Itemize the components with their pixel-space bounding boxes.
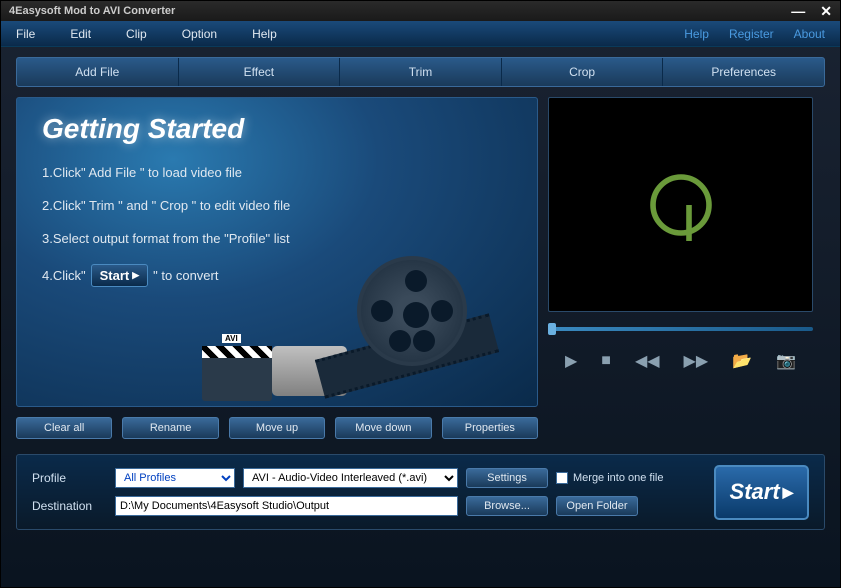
minimize-button[interactable]: — [791,3,805,20]
clapboard-icon: AVI [202,346,272,401]
menu-file[interactable]: File [16,27,35,41]
move-up-button[interactable]: Move up [229,417,325,439]
menubar: File Edit Clip Option Help Help Register… [1,21,840,47]
toolbar-add-file[interactable]: Add File [17,58,179,86]
toolbar-crop[interactable]: Crop [502,58,664,86]
toolbar: Add File Effect Trim Crop Preferences [16,57,825,87]
merge-checkbox[interactable] [556,472,568,484]
clear-all-button[interactable]: Clear all [16,417,112,439]
stop-icon[interactable]: ■ [601,352,611,370]
window-title: 4Easysoft Mod to AVI Converter [9,5,175,17]
getting-started-title: Getting Started [42,113,512,145]
format-select[interactable]: AVI - Audio-Video Interleaved (*.avi) [243,468,458,488]
toolbar-effect[interactable]: Effect [179,58,341,86]
toolbar-preferences[interactable]: Preferences [663,58,824,86]
rename-button[interactable]: Rename [122,417,218,439]
move-down-button[interactable]: Move down [335,417,431,439]
settings-button[interactable]: Settings [466,468,548,488]
open-folder-button[interactable]: Open Folder [556,496,638,516]
preview-panel [548,97,813,312]
titlebar: 4Easysoft Mod to AVI Converter — ✕ [1,1,840,21]
destination-label: Destination [32,499,107,513]
browse-button[interactable]: Browse... [466,496,548,516]
step-2: 2.Click" Trim " and " Crop " to edit vid… [42,198,512,213]
seek-thumb[interactable] [548,323,556,335]
profile-label: Profile [32,471,107,485]
link-register[interactable]: Register [729,27,774,41]
menu-edit[interactable]: Edit [70,27,91,41]
menu-option[interactable]: Option [182,27,217,41]
start-inline-button[interactable]: Start [91,264,149,287]
step-1: 1.Click" Add File " to load video file [42,165,512,180]
menu-clip[interactable]: Clip [126,27,147,41]
destination-input[interactable] [115,496,458,516]
seek-bar[interactable] [548,327,813,331]
open-icon[interactable]: 📂 [732,351,752,371]
next-icon[interactable]: ▶▶ [684,351,709,371]
logo-icon [641,165,721,245]
menu-help[interactable]: Help [252,27,277,41]
prev-icon[interactable]: ◀◀ [635,351,660,371]
start-button[interactable]: Start [714,465,809,520]
link-help[interactable]: Help [684,27,709,41]
toolbar-trim[interactable]: Trim [340,58,502,86]
profile-select[interactable]: All Profiles [115,468,235,488]
snapshot-icon[interactable]: 📷 [776,351,796,371]
play-icon[interactable]: ▶ [565,351,577,371]
merge-label: Merge into one file [573,472,664,484]
link-about[interactable]: About [794,27,825,41]
film-reel-icon [357,256,477,376]
getting-started-panel: Getting Started 1.Click" Add File " to l… [16,97,538,407]
properties-button[interactable]: Properties [442,417,538,439]
close-button[interactable]: ✕ [820,3,832,20]
bottom-panel: Profile All Profiles AVI - Audio-Video I… [16,454,825,530]
step-3: 3.Select output format from the "Profile… [42,231,512,246]
